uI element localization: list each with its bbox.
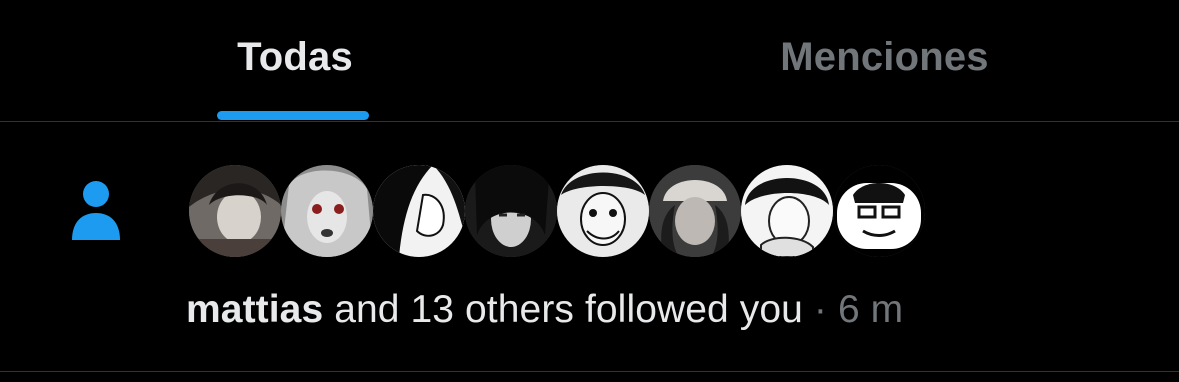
notification-text: mattias and 13 others followed you · 6 m xyxy=(186,288,903,332)
notification-divider xyxy=(0,371,1179,372)
avatar[interactable] xyxy=(281,165,373,257)
avatar[interactable] xyxy=(649,165,741,257)
follow-notification[interactable]: mattias and 13 others followed you · 6 m xyxy=(0,122,1179,371)
tab-menciones-label: Menciones xyxy=(780,34,989,79)
tab-todas-label: Todas xyxy=(237,34,353,79)
avatar[interactable] xyxy=(557,165,649,257)
separator-dot: · xyxy=(802,288,838,331)
avatar[interactable] xyxy=(373,165,465,257)
active-tab-indicator xyxy=(217,111,369,120)
avatar[interactable] xyxy=(741,165,833,257)
tab-menciones[interactable]: Menciones xyxy=(590,0,1179,120)
avatar[interactable] xyxy=(189,165,281,257)
avatar[interactable] xyxy=(465,165,557,257)
follow-action-text: and 13 others followed you xyxy=(323,288,803,331)
timestamp: 6 m xyxy=(837,288,904,331)
follower-name[interactable]: mattias xyxy=(186,288,323,331)
person-icon xyxy=(72,181,120,240)
tab-todas[interactable]: Todas xyxy=(0,0,590,120)
tab-bar: Todas Menciones xyxy=(0,0,1179,122)
avatar[interactable] xyxy=(833,165,925,257)
